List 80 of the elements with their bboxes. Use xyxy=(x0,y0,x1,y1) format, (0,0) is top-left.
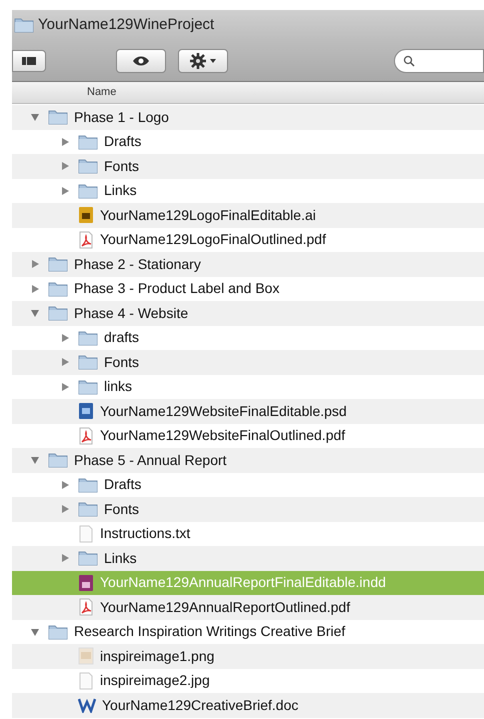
folder-icon xyxy=(78,501,98,518)
folder-icon xyxy=(78,354,98,370)
folder-icon xyxy=(78,182,98,199)
file-name: Drafts xyxy=(104,132,142,152)
file-name: Phase 1 - Logo xyxy=(74,108,169,127)
view-button[interactable] xyxy=(12,50,46,72)
file-name: Fonts xyxy=(104,156,140,176)
document-icon xyxy=(78,672,94,690)
pdf-document-icon xyxy=(78,230,94,249)
window-title: YourName129WineProject xyxy=(38,14,214,35)
file-row[interactable]: Fonts xyxy=(12,154,484,178)
image-file-icon xyxy=(78,647,94,666)
file-row[interactable]: Phase 4 - Website xyxy=(12,301,484,326)
document-icon xyxy=(78,524,94,543)
folder-icon xyxy=(48,305,68,322)
file-name: inspireimage1.png xyxy=(100,646,214,666)
illustrator-file-icon xyxy=(78,206,94,224)
pdf-document-icon xyxy=(78,426,94,445)
disclosure-triangle-icon[interactable] xyxy=(28,308,42,318)
file-name: YourName129CreativeBrief.doc xyxy=(102,696,298,715)
column-header[interactable]: Name xyxy=(12,82,484,104)
file-row[interactable]: YourName129WebsiteFinalEditable.psd xyxy=(12,399,484,424)
file-name: inspireimage2.jpg xyxy=(100,671,210,690)
file-row[interactable]: Phase 2 - Stationary xyxy=(12,252,484,276)
column-header-label: Name xyxy=(87,85,116,100)
file-name: Fonts xyxy=(104,500,140,519)
file-name: YourName129WebsiteFinalOutlined.pdf xyxy=(100,426,346,446)
file-row[interactable]: Phase 5 - Annual Report xyxy=(12,448,484,472)
file-name: drafts xyxy=(104,328,140,348)
folder-icon xyxy=(78,134,98,150)
folder-icon xyxy=(48,452,68,468)
file-row[interactable]: Fonts xyxy=(12,350,484,374)
file-row[interactable]: Fonts xyxy=(12,497,484,522)
search-field[interactable] xyxy=(394,48,484,72)
gear-icon xyxy=(190,52,206,68)
file-name: Phase 3 - Product Label and Box xyxy=(74,279,280,298)
file-row[interactable]: YourName129AnnualReportOutlined.pdf xyxy=(12,595,484,620)
folder-icon xyxy=(78,158,98,174)
file-row[interactable]: Links xyxy=(12,546,484,570)
file-name: links xyxy=(104,377,132,396)
disclosure-triangle-icon[interactable] xyxy=(28,626,42,637)
file-name: Research Inspiration Writings Creative Brief xyxy=(74,622,346,642)
column-view-icon xyxy=(22,56,36,64)
folder-icon xyxy=(48,280,68,297)
file-name: Phase 4 - Website xyxy=(74,304,188,323)
folder-icon xyxy=(48,109,68,126)
file-name: Fonts xyxy=(104,352,140,372)
file-name: Links xyxy=(104,548,137,568)
folder-icon xyxy=(78,476,98,493)
folder-icon xyxy=(78,330,98,346)
file-row[interactable]: YourName129CreativeBrief.doc xyxy=(12,693,484,718)
folder-icon xyxy=(78,378,98,395)
dropdown-caret-icon xyxy=(210,58,216,62)
file-name: Drafts xyxy=(104,475,142,494)
file-row[interactable]: YourName129LogoFinalEditable.ai xyxy=(12,203,484,228)
file-name: YourName129AnnualReportFinalEditable.indd xyxy=(100,573,386,592)
folder-icon xyxy=(14,17,34,33)
disclosure-triangle-icon[interactable] xyxy=(28,112,42,122)
quick-look-button[interactable] xyxy=(116,48,166,72)
word-document-icon xyxy=(78,697,96,714)
file-name: YourName129WebsiteFinalEditable.psd xyxy=(100,402,347,421)
folder-icon xyxy=(78,550,98,566)
file-name: Phase 5 - Annual Report xyxy=(74,450,227,470)
photoshop-file-icon xyxy=(78,402,94,420)
file-name: Phase 2 - Stationary xyxy=(74,254,201,274)
pdf-document-icon xyxy=(78,598,94,616)
folder-icon xyxy=(48,624,68,640)
file-name: Links xyxy=(104,181,137,200)
file-name: YourName129LogoFinalOutlined.pdf xyxy=(100,230,326,250)
disclosure-triangle-icon[interactable] xyxy=(28,455,42,466)
search-icon xyxy=(403,54,415,66)
action-menu-button[interactable] xyxy=(178,48,228,72)
file-row[interactable]: inspireimage1.png xyxy=(12,644,484,668)
folder-icon xyxy=(48,256,68,272)
file-row[interactable]: Phase 1 - Logo xyxy=(12,105,484,130)
file-name: YourName129LogoFinalEditable.ai xyxy=(100,206,316,225)
file-name: Instructions.txt xyxy=(100,524,190,544)
file-name: YourName129AnnualReportOutlined.pdf xyxy=(100,598,350,617)
indesign-file-icon xyxy=(78,574,94,592)
eye-icon xyxy=(132,54,150,66)
